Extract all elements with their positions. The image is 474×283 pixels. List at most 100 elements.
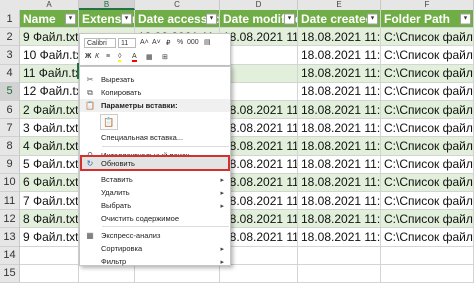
table-cell[interactable]: 7 Файл.txt	[20, 192, 79, 211]
align-icon[interactable]: ≡	[106, 53, 110, 60]
table-cell[interactable]: 18.08.2021 11:19	[220, 228, 298, 247]
filter-dropdown-icon[interactable]: ▾	[121, 13, 132, 25]
row-header[interactable]: 6	[0, 101, 20, 120]
table-cell[interactable]: C:\Список файлов\	[381, 155, 474, 174]
header-cell-extension[interactable]: Extension ▾	[79, 10, 135, 29]
font-name-box[interactable]: Calibri	[84, 38, 116, 48]
table-cell[interactable]	[220, 64, 298, 83]
table-cell[interactable]: C:\Список файлов\	[381, 28, 474, 47]
table-cell[interactable]: C:\Список файлов\	[381, 46, 474, 65]
table-cell[interactable]: 18.08.2021 11:19	[220, 155, 298, 174]
table-cell[interactable]: 12 Файл.txt	[20, 82, 79, 101]
merge-cells-icon[interactable]: ⊞	[162, 53, 168, 61]
menu-item-cut[interactable]: ✂ Вырезать	[80, 73, 230, 86]
menu-item-paste-special[interactable]: Специальная вставка...	[80, 131, 230, 144]
row-header[interactable]: 7	[0, 119, 20, 138]
header-cell-folder_path[interactable]: Folder Path ▾	[381, 10, 474, 29]
table-cell[interactable]: 18.08.2021 11:19	[220, 119, 298, 138]
filter-dropdown-icon[interactable]: ▾	[65, 13, 76, 25]
decrease-font-icon[interactable]: A˅	[152, 39, 161, 46]
table-cell[interactable]: C:\Список файлов\	[381, 101, 474, 120]
header-cell-date_modified[interactable]: Date modified ▾	[220, 10, 298, 29]
table-cell[interactable]: 3 Файл.txt	[20, 119, 79, 138]
menu-item-sort[interactable]: Сортировка ▸	[80, 242, 230, 255]
header-cell-name[interactable]: Name ▾	[20, 10, 79, 29]
filter-dropdown-icon[interactable]: ▾	[367, 13, 378, 25]
table-cell[interactable]: 18.08.2021 11:19	[298, 46, 381, 65]
table-cell[interactable]	[20, 246, 79, 265]
table-cell[interactable]: 18.08.2021 11:19	[298, 119, 381, 138]
table-cell[interactable]: C:\Список файлов\	[381, 173, 474, 192]
table-cell[interactable]: 18.08.2021 11:19	[298, 228, 381, 247]
font-size-box[interactable]: 11	[118, 38, 136, 48]
column-header-b[interactable]: B	[79, 0, 135, 10]
table-cell[interactable]: C:\Список файлов\	[381, 64, 474, 83]
table-cell[interactable]	[220, 82, 298, 101]
column-header-e[interactable]: E	[298, 0, 381, 10]
menu-item-refresh[interactable]: ↻ Обновить	[80, 155, 230, 171]
row-header[interactable]: 14	[0, 246, 20, 265]
row-header[interactable]: 9	[0, 155, 20, 174]
table-cell[interactable]: 18.08.2021 11:19	[220, 28, 298, 47]
table-cell[interactable]	[298, 246, 381, 265]
table-cell[interactable]: 8 Файл.txt	[20, 210, 79, 229]
table-cell[interactable]: 18.08.2021 11:19	[298, 28, 381, 47]
column-header-c[interactable]: C	[135, 0, 220, 10]
column-header-a[interactable]: A	[20, 0, 79, 10]
table-cell[interactable]: C:\Список файлов\	[381, 82, 474, 101]
menu-item-select[interactable]: Выбрать ▸	[80, 199, 230, 212]
row-header[interactable]: 1	[0, 10, 20, 29]
row-header[interactable]: 13	[0, 228, 20, 247]
table-cell[interactable]: 18.08.2021 11:19	[298, 155, 381, 174]
table-cell[interactable]: 18.08.2021 11:19	[298, 101, 381, 120]
table-cell[interactable]: 18.08.2021 11:19	[220, 173, 298, 192]
borders-icon[interactable]: ▦	[146, 53, 153, 61]
row-header[interactable]: 5	[0, 82, 20, 101]
row-header[interactable]: 3	[0, 46, 20, 65]
table-cell[interactable]: 18.08.2021 11:19	[298, 173, 381, 192]
table-cell[interactable]: 9 Файл.txt	[20, 28, 79, 47]
table-cell[interactable]: 2 Файл.txt	[20, 101, 79, 120]
paste-option-button[interactable]: 📋	[100, 114, 118, 130]
percent-style-icon[interactable]: %	[177, 39, 183, 46]
table-cell[interactable]	[20, 264, 79, 283]
currency-format-icon[interactable]: ₽	[166, 39, 170, 47]
menu-item-copy[interactable]: ⧉ Копировать	[80, 86, 230, 99]
table-cell[interactable]: 11 Файл.txt	[20, 64, 79, 83]
menu-item-quick-analysis[interactable]: ▦ Экспресс-анализ	[80, 229, 230, 242]
header-cell-date_accessed[interactable]: Date accessed ▾	[135, 10, 220, 29]
table-cell[interactable]: 18.08.2021 11:19	[220, 101, 298, 120]
table-cell[interactable]: 4 Файл.txt	[20, 137, 79, 156]
table-cell[interactable]: C:\Список файлов\	[381, 137, 474, 156]
table-cell[interactable]: 18.08.2021 11:19	[298, 64, 381, 83]
fill-color-icon[interactable]: ◊	[118, 53, 122, 62]
thousands-separator-icon[interactable]: 000	[187, 39, 199, 46]
table-cell[interactable]: 18.08.2021 11:19	[298, 210, 381, 229]
table-cell[interactable]	[298, 264, 381, 283]
table-cell[interactable]: 18.08.2021 11:19	[298, 82, 381, 101]
table-cell[interactable]: 18.08.2021 11:19	[220, 210, 298, 229]
italic-button[interactable]: К	[95, 53, 99, 60]
table-cell[interactable]	[381, 264, 474, 283]
table-cell[interactable]	[220, 264, 298, 283]
table-cell[interactable]	[220, 46, 298, 65]
menu-item-clear-contents[interactable]: Очистить содержимое	[80, 212, 230, 225]
row-header[interactable]: 10	[0, 173, 20, 192]
table-cell[interactable]: 18.08.2021 11:19	[220, 137, 298, 156]
filter-dropdown-icon[interactable]: ▾	[284, 13, 295, 25]
table-cell[interactable]: C:\Список файлов\	[381, 210, 474, 229]
table-cell[interactable]: 10 Файл.txt	[20, 46, 79, 65]
table-cell[interactable]: 9 Файл.txt	[20, 228, 79, 247]
row-header[interactable]: 11	[0, 192, 20, 211]
table-cell[interactable]: 18.08.2021 11:19	[298, 192, 381, 211]
increase-font-icon[interactable]: A˄	[140, 39, 149, 46]
bold-button[interactable]: Ж	[85, 53, 91, 60]
table-cell[interactable]	[220, 246, 298, 265]
table-cell[interactable]: 6 Файл.txt	[20, 173, 79, 192]
column-header-d[interactable]: D	[220, 0, 298, 10]
row-header[interactable]: 12	[0, 210, 20, 229]
column-header-f[interactable]: F	[381, 0, 474, 10]
table-cell[interactable]	[381, 246, 474, 265]
row-header[interactable]: 4	[0, 64, 20, 83]
filter-dropdown-icon[interactable]: ▾	[460, 13, 471, 25]
